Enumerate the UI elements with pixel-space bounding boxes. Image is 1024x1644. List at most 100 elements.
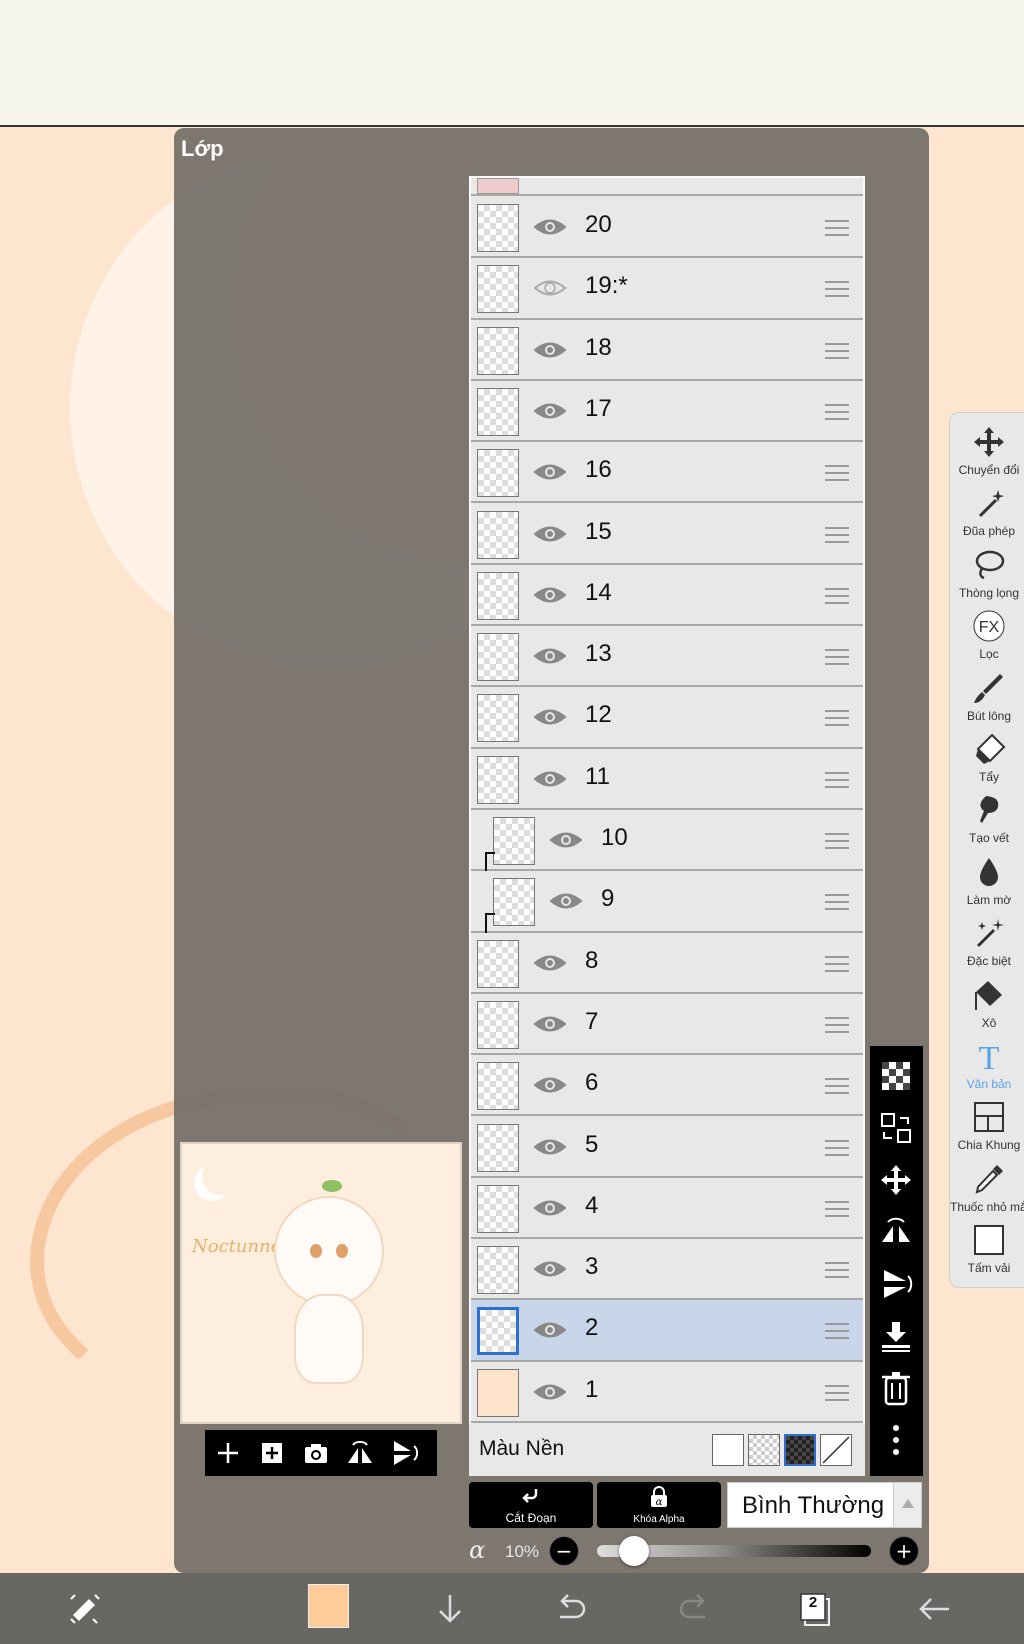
layer-row[interactable]: 5 xyxy=(471,1116,863,1178)
visibility-eye-icon[interactable] xyxy=(533,1258,567,1280)
visibility-eye-icon[interactable] xyxy=(533,1074,567,1096)
flip-horizontal-icon[interactable] xyxy=(878,1214,914,1250)
visibility-eye-icon[interactable] xyxy=(533,645,567,667)
visibility-eye-hidden-icon[interactable] xyxy=(533,277,567,299)
tool-canvas[interactable]: Tấm vải xyxy=(950,1221,1024,1282)
add-layer-icon[interactable] xyxy=(213,1438,243,1468)
visibility-eye-icon[interactable] xyxy=(533,523,567,545)
arrow-down-icon[interactable] xyxy=(430,1589,470,1629)
bg-white-swatch[interactable] xyxy=(712,1434,744,1466)
tool-frame-divider[interactable]: Chia Khung xyxy=(950,1098,1024,1159)
tool-move[interactable]: Chuyển đổi xyxy=(950,423,1024,484)
layer-row[interactable]: 17 xyxy=(471,380,863,443)
layer-row[interactable]: 20 xyxy=(471,197,863,259)
drag-handle-icon[interactable] xyxy=(825,955,849,972)
drag-handle-icon[interactable] xyxy=(825,649,849,666)
camera-icon[interactable] xyxy=(301,1438,331,1468)
drag-handle-icon[interactable] xyxy=(825,342,849,359)
visibility-eye-icon[interactable] xyxy=(533,216,567,238)
drag-handle-icon[interactable] xyxy=(825,220,849,236)
tool-smudge[interactable]: Tạo vết xyxy=(950,791,1024,852)
bg-dark-checker-swatch[interactable] xyxy=(784,1434,816,1466)
tool-magic-wand[interactable]: Đũa phép xyxy=(950,484,1024,545)
layer-row[interactable]: 9 xyxy=(471,871,863,954)
visibility-eye-icon[interactable] xyxy=(533,584,567,606)
layer-row-selected[interactable]: 2 xyxy=(471,1300,863,1362)
current-color-swatch[interactable] xyxy=(308,1584,349,1628)
tool-brush[interactable]: Bút lông xyxy=(950,669,1024,730)
drag-handle-icon[interactable] xyxy=(825,833,849,849)
bg-none-swatch[interactable] xyxy=(820,1434,852,1466)
transparency-checker-icon[interactable] xyxy=(878,1058,914,1094)
tool-lasso[interactable]: Thòng lọng xyxy=(950,546,1024,607)
visibility-eye-icon[interactable] xyxy=(533,400,567,422)
merge-down-icon[interactable] xyxy=(878,1318,914,1354)
drag-handle-icon[interactable] xyxy=(825,894,849,911)
layer-row[interactable]: 7 xyxy=(471,993,863,1056)
bg-transparent-swatch[interactable] xyxy=(748,1434,780,1466)
layer-row[interactable]: 15 xyxy=(471,503,863,565)
visibility-eye-icon[interactable] xyxy=(533,1197,567,1219)
layer-list[interactable]: 20 19:* 18 17 16 15 14 13 12 11 10 9 8 7 6 5 4 3 2 1 xyxy=(469,176,865,1476)
alpha-lock-button[interactable]: α Khóa Alpha xyxy=(597,1482,721,1528)
tool-text[interactable]: T Văn bản xyxy=(950,1037,1024,1098)
blend-mode-select[interactable]: Bình Thường xyxy=(727,1482,922,1528)
drag-handle-icon[interactable] xyxy=(825,771,849,788)
layer-row[interactable]: 13 xyxy=(471,626,863,688)
drag-handle-icon[interactable] xyxy=(825,1323,849,1340)
visibility-eye-icon[interactable] xyxy=(533,1319,567,1341)
layer-row[interactable]: 12 xyxy=(471,687,863,749)
visibility-eye-icon[interactable] xyxy=(533,1013,567,1035)
drag-handle-icon[interactable] xyxy=(825,710,849,727)
undo-icon[interactable] xyxy=(550,1589,590,1629)
layer-row[interactable]: 8 xyxy=(471,932,863,994)
drag-handle-icon[interactable] xyxy=(825,587,849,604)
layer-row[interactable]: 1 xyxy=(471,1361,863,1423)
drag-handle-icon[interactable] xyxy=(825,1078,849,1095)
opacity-slider-handle[interactable] xyxy=(619,1536,650,1566)
opacity-decrease-button[interactable]: − xyxy=(549,1536,579,1566)
tool-fx-filter[interactable]: FX Lọc xyxy=(950,607,1024,668)
clipping-button[interactable]: Cắt Đoạn xyxy=(469,1482,593,1528)
drag-handle-icon[interactable] xyxy=(825,1016,849,1033)
drag-handle-icon[interactable] xyxy=(825,1139,849,1156)
layer-row[interactable]: 11 xyxy=(471,748,863,810)
visibility-eye-icon[interactable] xyxy=(533,706,567,728)
visibility-eye-icon[interactable] xyxy=(549,890,583,912)
drag-handle-icon[interactable] xyxy=(825,403,849,420)
tool-eraser[interactable]: Tẩy xyxy=(950,730,1024,791)
move-layer-icon[interactable] xyxy=(878,1162,914,1198)
layer-row[interactable]: 4 xyxy=(471,1177,863,1240)
visibility-eye-icon[interactable] xyxy=(533,952,567,974)
trash-icon[interactable] xyxy=(878,1370,914,1406)
layer-row[interactable]: 18 xyxy=(471,319,863,381)
layers-button[interactable]: 2 xyxy=(795,1589,835,1629)
flip-canvas-vertical-icon[interactable] xyxy=(389,1438,419,1468)
layer-row[interactable]: 14 xyxy=(471,564,863,627)
tool-bucket[interactable]: Xô xyxy=(950,976,1024,1037)
visibility-eye-icon[interactable] xyxy=(533,339,567,361)
tool-special-pen[interactable]: Đặc biệt xyxy=(950,914,1024,975)
swap-layer-icon[interactable] xyxy=(878,1110,914,1146)
layer-row-partial[interactable] xyxy=(471,178,863,196)
visibility-eye-icon[interactable] xyxy=(533,1381,567,1403)
drag-handle-icon[interactable] xyxy=(825,1262,849,1279)
drag-handle-icon[interactable] xyxy=(825,1200,849,1217)
tool-eyedropper[interactable]: Thuốc nhỏ mắt xyxy=(950,1160,1024,1221)
layer-row[interactable]: 3 xyxy=(471,1239,863,1301)
drag-handle-icon[interactable] xyxy=(825,1384,849,1401)
drag-handle-icon[interactable] xyxy=(825,465,849,482)
visibility-eye-icon[interactable] xyxy=(533,1136,567,1158)
flip-vertical-icon[interactable] xyxy=(878,1266,914,1302)
add-image-layer-icon[interactable] xyxy=(257,1438,287,1468)
visibility-eye-icon[interactable] xyxy=(533,461,567,483)
drag-handle-icon[interactable] xyxy=(825,526,849,543)
layer-row[interactable]: 10 xyxy=(471,810,863,892)
canvas-preview[interactable]: Noctunne xyxy=(180,1142,462,1424)
quick-menu-icon[interactable] xyxy=(65,1589,105,1629)
more-options-icon[interactable] xyxy=(878,1422,914,1458)
back-arrow-icon[interactable] xyxy=(915,1589,955,1629)
redo-icon[interactable] xyxy=(675,1589,715,1629)
opacity-increase-button[interactable]: + xyxy=(889,1536,919,1566)
drag-handle-icon[interactable] xyxy=(825,281,849,298)
